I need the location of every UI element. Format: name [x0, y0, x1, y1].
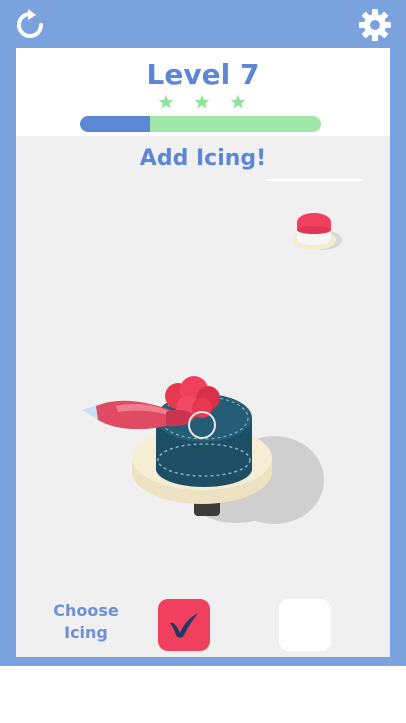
cake-scene[interactable] [16, 48, 390, 578]
icing-option-white[interactable] [279, 599, 331, 651]
check-icon [170, 613, 198, 638]
restart-icon [17, 9, 43, 38]
choose-icing-label-line2: Icing [64, 623, 108, 642]
choose-icing-label: Choose Icing [44, 600, 128, 644]
choose-icing-label-line1: Choose [53, 601, 119, 620]
icing-option-red[interactable] [158, 599, 210, 651]
game-frame: Level 7 Add Icing! Choose Icing [0, 0, 406, 666]
target-cake-preview [292, 213, 342, 250]
game-panel: Level 7 Add Icing! Choose Icing [16, 48, 390, 657]
settings-button[interactable] [358, 8, 392, 42]
restart-button[interactable] [13, 8, 47, 42]
gear-icon [359, 9, 391, 41]
